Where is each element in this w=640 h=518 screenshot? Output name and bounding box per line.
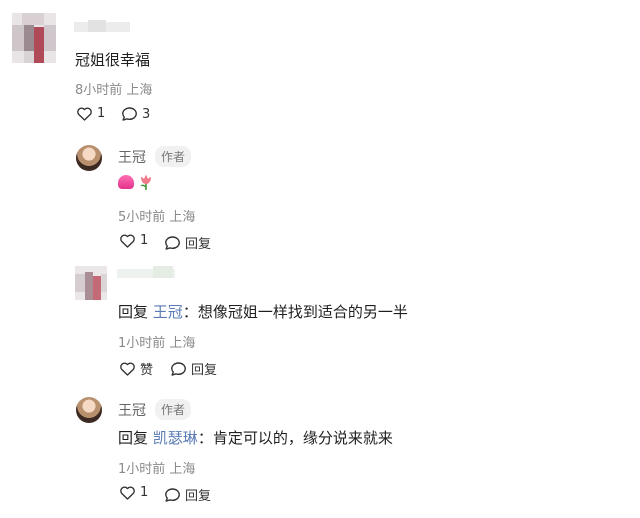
author-badge: 作者 <box>155 146 192 167</box>
username-blurred[interactable] <box>117 266 175 280</box>
heart-outline-icon <box>120 486 135 500</box>
reply3-text: ：肯定可以的，缘分说来就来 <box>197 429 393 447</box>
author-avatar[interactable] <box>76 397 102 423</box>
comment-reply-button[interactable]: 3 <box>121 106 150 122</box>
comment-time: 8小时前 <box>75 83 123 98</box>
avatar-blurred[interactable] <box>12 13 56 63</box>
comment-like-count: 1 <box>97 106 106 121</box>
reply1-time: 5小时前 <box>118 210 166 225</box>
heart-outline-icon <box>120 362 135 376</box>
reply1-meta: 5小时前 上海 <box>118 206 195 225</box>
reply1-like-button[interactable]: 1 <box>119 233 148 248</box>
reply1-location: 上海 <box>169 210 196 225</box>
reply1-like-count: 1 <box>140 233 149 248</box>
reply3-text-line: 回复 凯瑟琳：肯定可以的，缘分说来就来 <box>118 427 393 448</box>
reply2-text: ：想像冠姐一样找到适合的另一半 <box>182 303 408 321</box>
reply3-prefix: 回复 <box>118 429 149 447</box>
reply3-like-button[interactable]: 1 <box>119 485 148 500</box>
reply-author-name[interactable]: 王冠 <box>118 147 146 167</box>
reply2-prefix: 回复 <box>118 303 149 321</box>
reply3-meta: 1小时前 上海 <box>118 458 195 477</box>
username-blurred[interactable] <box>74 18 130 34</box>
reply1-reply-button[interactable]: 回复 <box>164 233 211 252</box>
reply2-like-label: 赞 <box>140 363 154 378</box>
comment-location: 上海 <box>126 83 153 98</box>
reply3-time: 1小时前 <box>118 462 166 477</box>
comment-bubble-icon <box>165 235 180 250</box>
reply1-reply-label: 回复 <box>185 237 212 252</box>
comment-bubble-icon <box>122 107 137 121</box>
avatar-blurred[interactable] <box>75 266 107 300</box>
reply2-reply-label: 回复 <box>191 363 218 378</box>
reply3-reply-button[interactable]: 回复 <box>164 485 211 504</box>
reply3-like-count: 1 <box>140 485 149 500</box>
reply2-location: 上海 <box>169 336 196 351</box>
reply3-reply-label: 回复 <box>185 489 212 504</box>
pink-heart-icon <box>118 175 134 189</box>
heart-outline-icon <box>120 234 135 248</box>
reply2-like-button[interactable]: 赞 <box>119 359 153 378</box>
reply2-reply-button[interactable]: 回复 <box>170 359 217 378</box>
reply3-author-name[interactable]: 王冠 <box>118 400 146 420</box>
author-avatar[interactable] <box>76 145 102 171</box>
reply2-meta: 1小时前 上海 <box>118 332 195 351</box>
comment-bubble-icon <box>165 487 180 502</box>
comment-text: 冠姐很幸福 <box>75 51 151 69</box>
reply3-location: 上海 <box>169 462 196 477</box>
reply2-time: 1小时前 <box>118 336 166 351</box>
reply2-text-line: 回复 王冠：想像冠姐一样找到适合的另一半 <box>118 301 408 322</box>
comment-like-button[interactable]: 1 <box>76 106 105 121</box>
reply-emoji-row <box>118 174 154 190</box>
reply2-target-link[interactable]: 王冠 <box>153 303 183 321</box>
comment-bubble-icon <box>171 361 186 376</box>
comment-reply-count: 3 <box>142 106 151 122</box>
tulip-icon <box>140 175 151 190</box>
comment-meta: 8小时前 上海 <box>75 79 152 98</box>
author-badge: 作者 <box>155 399 192 420</box>
heart-outline-icon <box>77 107 92 121</box>
reply3-target-link[interactable]: 凯瑟琳 <box>153 429 198 447</box>
